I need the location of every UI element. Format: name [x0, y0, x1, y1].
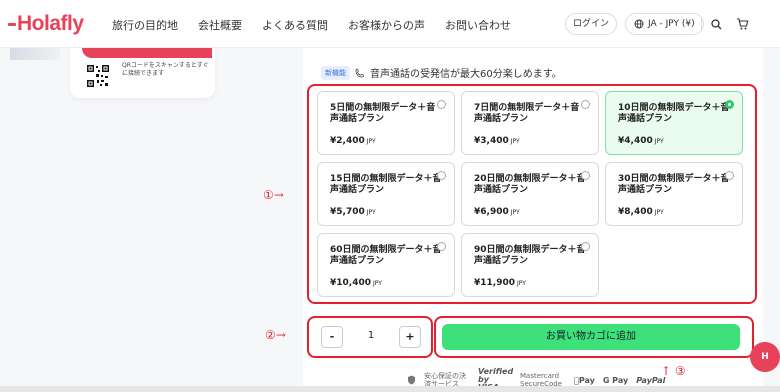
plan-option-60days[interactable]: 60日間の無制限データ＋音声通話プラン ¥10,400 JPY: [317, 233, 455, 297]
nav-reviews[interactable]: お客様からの声: [348, 17, 425, 33]
plan-price: ¥6,900 JPY: [474, 207, 520, 217]
left-panel: [0, 48, 300, 392]
plan-option-15days[interactable]: 15日間の無制限データ＋音声通話プラン ¥5,700 JPY: [317, 162, 455, 226]
promo-banner-accent: [82, 48, 212, 58]
plan-price: ¥4,400 JPY: [618, 136, 664, 146]
plan-option-30days[interactable]: 30日間の無制限データ＋音声通話プラン ¥8,400 JPY: [605, 162, 743, 226]
add-to-cart-button[interactable]: お買い物カゴに追加: [442, 324, 740, 350]
voice-call-notice: 新機能 音声通話の受発信が最大60分楽しめます。: [321, 65, 562, 80]
quantity-increase-button[interactable]: +: [399, 326, 421, 348]
thumbnail-strip: [10, 48, 60, 60]
nav-destinations[interactable]: 旅行の目的地: [112, 17, 178, 33]
plan-name: 30日間の無制限データ＋音声通話プラン: [618, 174, 730, 195]
quantity-value[interactable]: 1: [363, 330, 379, 341]
plan-selection-highlight: 5日間の無制限データ＋音声通話プラン ¥2,400 JPY 7日間の無制限データ＋…: [307, 84, 757, 304]
plan-radio[interactable]: [581, 100, 590, 109]
plan-radio-selected[interactable]: [725, 100, 734, 109]
header-divider: [701, 17, 702, 31]
plan-name: 7日間の無制限データ＋音声通話プラン: [474, 103, 580, 124]
annotation-1: ①→: [263, 188, 284, 202]
right-gutter: [763, 48, 780, 392]
globe-icon: [634, 19, 644, 29]
annotation-2: ②→: [265, 328, 286, 342]
cart-icon[interactable]: [733, 15, 751, 33]
shield-icon: [408, 375, 415, 385]
quantity-decrease-button[interactable]: -: [321, 326, 343, 348]
plan-name: 20日間の無制限データ＋音声通話プラン: [474, 174, 586, 195]
plan-name: 5日間の無制限データ＋音声通話プラン: [330, 103, 436, 124]
plan-radio[interactable]: [437, 242, 446, 251]
plan-radio[interactable]: [581, 171, 590, 180]
nav-company[interactable]: 会社概要: [198, 17, 242, 33]
plan-name: 60日間の無制限データ＋音声通話プラン: [330, 245, 442, 266]
help-chat-button[interactable]: H: [750, 342, 780, 372]
main-nav: 旅行の目的地 会社概要 よくある質問 お客様からの声 お問い合わせ: [112, 17, 511, 33]
nav-contact[interactable]: お問い合わせ: [445, 17, 511, 33]
plan-price: ¥8,400 JPY: [618, 207, 664, 217]
qr-promo-text: QRコードをスキャンするとすぐに接続できます: [122, 62, 209, 77]
apple-pay-logo: Pay: [574, 375, 595, 385]
plan-name: 15日間の無制限データ＋音声通話プラン: [330, 174, 442, 195]
phone-icon: [355, 68, 365, 77]
login-button[interactable]: ログイン: [565, 13, 617, 35]
plan-option-20days[interactable]: 20日間の無制限データ＋音声通話プラン ¥6,900 JPY: [461, 162, 599, 226]
language-selector[interactable]: JA - JPY (¥): [625, 13, 704, 35]
new-feature-badge: 新機能: [321, 65, 350, 80]
holafly-logo[interactable]: Holafly: [8, 12, 84, 36]
plan-radio[interactable]: [725, 171, 734, 180]
plan-price: ¥5,700 JPY: [330, 207, 376, 217]
search-icon[interactable]: [707, 15, 725, 33]
plan-option-7days[interactable]: 7日間の無制限データ＋音声通話プラン ¥3,400 JPY: [461, 91, 599, 155]
plan-price: ¥11,900 JPY: [474, 278, 526, 288]
language-label: JA - JPY (¥): [648, 19, 695, 29]
nav-faq[interactable]: よくある質問: [262, 17, 328, 33]
plan-price: ¥3,400 JPY: [474, 136, 520, 146]
bottom-scroll-bar: [0, 386, 780, 392]
plan-name: 90日間の無制限データ＋音声通話プラン: [474, 245, 586, 266]
google-pay-logo: G Pay: [598, 375, 628, 385]
plan-option-90days[interactable]: 90日間の無制限データ＋音声通話プラン ¥11,900 JPY: [461, 233, 599, 297]
site-header: Holafly 旅行の目的地 会社概要 よくある質問 お客様からの声 お問い合わ…: [0, 0, 780, 48]
plan-option-5days[interactable]: 5日間の無制限データ＋音声通話プラン ¥2,400 JPY: [317, 91, 455, 155]
plan-radio[interactable]: [437, 100, 446, 109]
plan-price: ¥10,400 JPY: [330, 278, 382, 288]
quantity-stepper-highlight: - 1 +: [307, 316, 433, 358]
plan-radio[interactable]: [437, 171, 446, 180]
annotation-3: ↑ ③: [661, 364, 686, 378]
voice-call-notice-text: 音声通話の受発信が最大60分楽しめます。: [370, 69, 562, 80]
plan-option-10days[interactable]: 10日間の無制限データ＋音声通話プラン ¥4,400 JPY: [605, 91, 743, 155]
qr-code-icon: [86, 64, 110, 88]
plan-price: ¥2,400 JPY: [330, 136, 376, 146]
plan-radio[interactable]: [581, 242, 590, 251]
add-to-cart-highlight: お買い物カゴに追加: [434, 316, 754, 358]
product-panel: 新機能 音声通話の受発信が最大60分楽しめます。 5日間の無制限データ＋音声通話…: [303, 48, 763, 392]
plan-name: 10日間の無制限データ＋音声通話プラン: [618, 103, 730, 124]
